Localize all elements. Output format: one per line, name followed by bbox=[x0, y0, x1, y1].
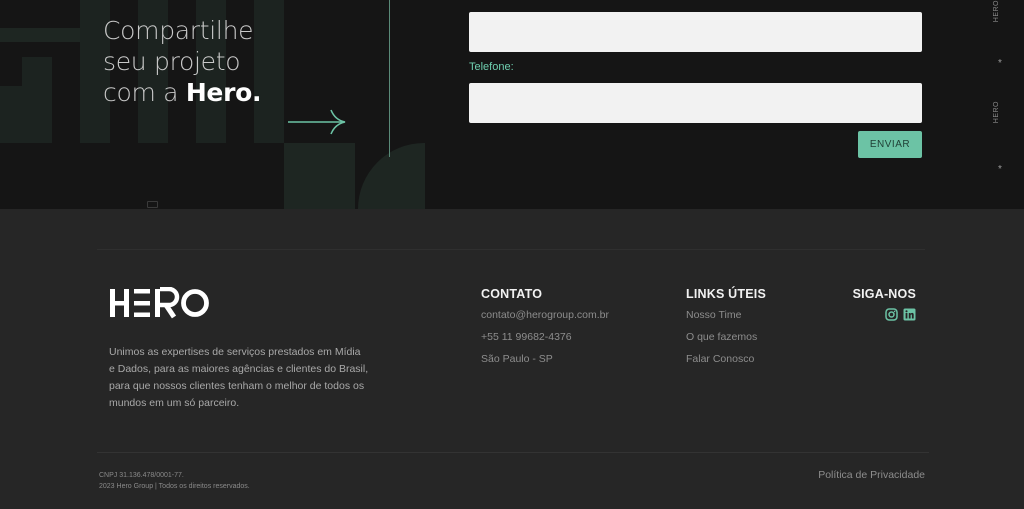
hero-logo[interactable] bbox=[108, 287, 212, 319]
footer-link-nosso-time[interactable]: Nosso Time bbox=[686, 308, 826, 330]
privacy-policy-link[interactable]: Política de Privacidade bbox=[818, 469, 925, 481]
asterisk-icon: * bbox=[998, 164, 1002, 175]
hero-heading-line: Compartilhe bbox=[103, 16, 254, 45]
hero-heading-prefix: com a bbox=[103, 78, 186, 107]
contact-email-link[interactable]: contato@herogroup.com.br bbox=[481, 308, 651, 330]
decor-quarter-circle bbox=[358, 143, 425, 209]
decor-square bbox=[284, 143, 355, 209]
instagram-icon[interactable] bbox=[885, 308, 898, 321]
side-rail-text: HERO bbox=[993, 101, 1000, 124]
decor-bar bbox=[22, 57, 52, 143]
phone-input[interactable] bbox=[469, 83, 922, 123]
footer-legal: CNPJ 31.136.478/0001-77. 2023 Hero Group… bbox=[99, 470, 250, 492]
hero-heading-brand: Hero. bbox=[185, 78, 262, 107]
footer-contact-column: CONTATO contato@herogroup.com.br +55 11 … bbox=[481, 287, 651, 374]
arrow-right-icon bbox=[288, 109, 346, 135]
footer-divider bbox=[97, 452, 929, 453]
social-links bbox=[830, 308, 916, 321]
vertical-divider bbox=[389, 0, 390, 157]
footer-column-title: SIGA-NOS bbox=[852, 287, 916, 301]
hero-heading-line: seu projeto bbox=[103, 47, 241, 76]
contact-phone-link[interactable]: +55 11 99682-4376 bbox=[481, 330, 651, 352]
footer-link-falar-conosco[interactable]: Falar Conosco bbox=[686, 352, 826, 374]
footer-column-title: CONTATO bbox=[481, 287, 543, 301]
small-frame-icon bbox=[147, 201, 158, 208]
footer-link-o-que-fazemos[interactable]: O que fazemos bbox=[686, 330, 826, 352]
contact-location: São Paulo - SP bbox=[481, 353, 553, 365]
linkedin-icon[interactable] bbox=[903, 308, 916, 321]
copyright-text: 2023 Hero Group | Todos os direitos rese… bbox=[99, 483, 250, 490]
hero-heading-line: com a Hero. bbox=[103, 77, 262, 108]
hero-heading: Compartilhe seu projeto com a Hero. bbox=[103, 15, 262, 108]
footer-social-column: SIGA-NOS bbox=[830, 287, 916, 321]
footer-column-title: LINKS ÚTEIS bbox=[686, 287, 766, 301]
decor-bar bbox=[0, 28, 80, 42]
decor-bar bbox=[0, 86, 22, 143]
phone-label: Telefone: bbox=[469, 61, 514, 73]
asterisk-icon: * bbox=[998, 58, 1002, 69]
contact-hero-section: Compartilhe seu projeto com a Hero. Tele… bbox=[0, 0, 1024, 209]
side-rail-text: HERO bbox=[993, 0, 1000, 23]
contact-form-field[interactable] bbox=[469, 12, 922, 52]
footer-about-text: Unimos as expertises de serviços prestad… bbox=[109, 346, 369, 409]
side-rail: HERO * HERO * bbox=[993, 0, 1007, 209]
footer-links-column: LINKS ÚTEIS Nosso Time O que fazemos Fal… bbox=[686, 287, 826, 374]
footer-divider bbox=[97, 249, 925, 250]
send-button[interactable]: ENVIAR bbox=[858, 131, 922, 158]
cnpj-text: CNPJ 31.136.478/0001-77. bbox=[99, 472, 184, 479]
